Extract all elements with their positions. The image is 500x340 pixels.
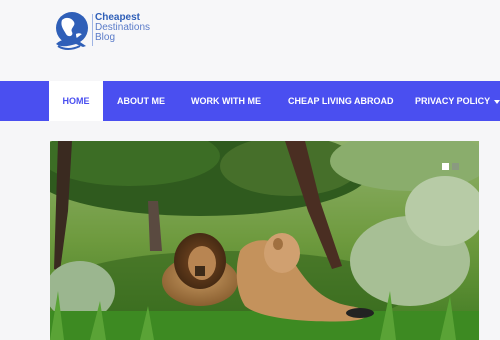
slider-dot[interactable] [452, 163, 459, 170]
slider-dot-active[interactable] [442, 163, 449, 170]
lions-photo [50, 141, 479, 340]
logo-text: Cheapest Destinations Blog [95, 13, 150, 43]
logo-tagline: Blog [95, 32, 116, 43]
logo-divider [92, 14, 93, 46]
globe-plane-icon [56, 12, 88, 50]
nav-item-privacy-policy-label: PRIVACY POLICY [415, 96, 491, 106]
nav-item-about-me[interactable]: ABOUT ME [117, 81, 165, 121]
chevron-down-icon [494, 99, 500, 104]
hero-slider-image[interactable] [50, 141, 479, 340]
site-header: Cheapest Destinations Blog [0, 0, 500, 80]
main-nav: HOME ABOUT ME WORK WITH ME CHEAP LIVING … [0, 81, 500, 121]
nav-item-privacy-policy[interactable]: PRIVACY POLICY [415, 81, 500, 121]
nav-item-cheap-living-abroad[interactable]: CHEAP LIVING ABROAD [288, 81, 394, 121]
nav-item-work-with-me[interactable]: WORK WITH ME [191, 81, 261, 121]
site-logo[interactable]: Cheapest Destinations Blog [52, 10, 172, 54]
nav-item-home[interactable]: HOME [49, 81, 103, 121]
